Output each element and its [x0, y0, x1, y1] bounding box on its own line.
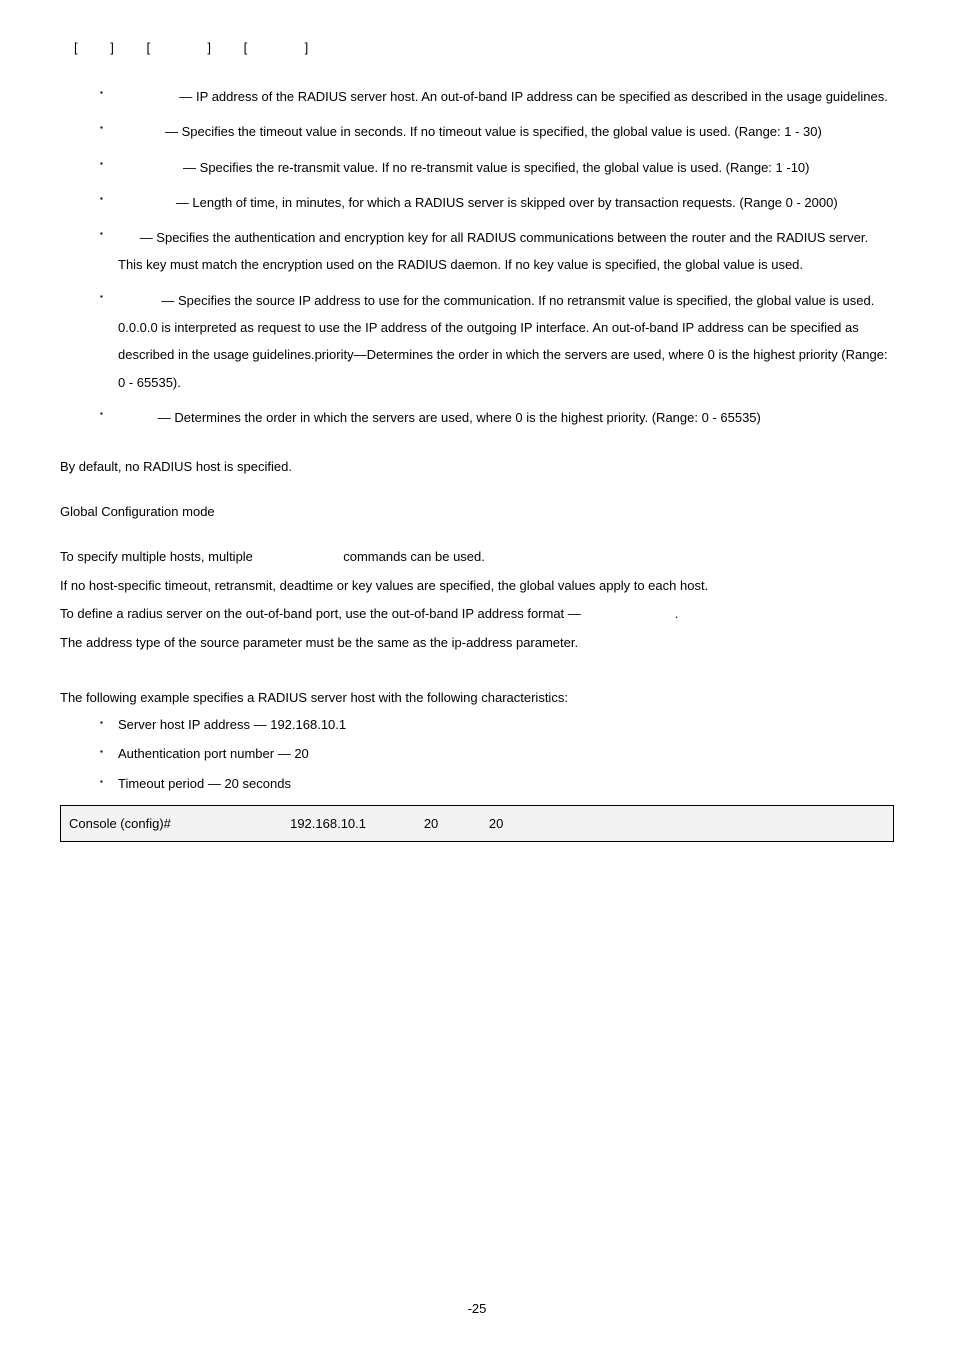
example-bullets: Server host IP address — 192.168.10.1 Au…	[100, 715, 894, 794]
bracket-close-2: ]	[207, 40, 211, 55]
example-bullet: Timeout period — 20 seconds	[100, 774, 894, 794]
example-bullet: Authentication port number — 20	[100, 744, 894, 764]
param-text: — IP address of the RADIUS server host. …	[179, 89, 887, 104]
param-item: — Length of time, in minutes, for which …	[100, 189, 894, 216]
param-text: — Specifies the re-transmit value. If no…	[183, 160, 809, 175]
command-mode: Global Configuration mode	[60, 502, 894, 523]
param-name	[118, 124, 161, 139]
guideline-1b: commands can be used.	[343, 549, 485, 564]
param-text: — Specifies the source IP address to use…	[118, 293, 888, 390]
guideline-2: If no host-specific timeout, retransmit,…	[60, 576, 894, 597]
parameter-list: — IP address of the RADIUS server host. …	[100, 83, 894, 431]
code-ip: 192.168.10.1	[290, 816, 370, 831]
param-text: — Specifies the timeout value in seconds…	[165, 124, 822, 139]
param-name	[118, 230, 136, 245]
param-item: — Specifies the source IP address to use…	[100, 287, 894, 396]
default-configuration: By default, no RADIUS host is specified.	[60, 457, 894, 478]
user-guidelines: To specify multiple hosts, multiple comm…	[60, 547, 894, 654]
code-timeout: 20	[489, 816, 503, 831]
page-footer: -25	[0, 1301, 954, 1316]
guideline-3a: To define a radius server on the out-of-…	[60, 606, 584, 621]
param-text: — Determines the order in which the serv…	[158, 410, 761, 425]
code-cmd-1	[175, 816, 287, 831]
bracket-close-3: ]	[305, 40, 309, 55]
code-cmd-3	[442, 816, 485, 831]
bracket-open-3: [	[244, 40, 248, 55]
oob-format	[584, 606, 671, 621]
guideline-4: The address type of the source parameter…	[60, 633, 894, 654]
bracket-open-2: [	[147, 40, 151, 55]
param-item: — IP address of the RADIUS server host. …	[100, 83, 894, 110]
syntax-line: [ ] [ ] [ ]	[60, 40, 894, 55]
param-item: — Determines the order in which the serv…	[100, 404, 894, 431]
param-name	[118, 160, 179, 175]
param-name	[118, 410, 154, 425]
bracket-close-1: ]	[110, 40, 114, 55]
code-prompt: Console (config)#	[69, 816, 175, 831]
guideline-1-cmd	[257, 549, 340, 564]
code-port: 20	[424, 816, 442, 831]
param-name	[118, 195, 172, 210]
param-item: — Specifies the authentication and encry…	[100, 224, 894, 279]
param-name	[118, 89, 176, 104]
guideline-1a: To specify multiple hosts, multiple	[60, 549, 257, 564]
code-example: Console (config)# 192.168.10.1 20 20	[60, 805, 894, 842]
guideline-3b: .	[675, 606, 679, 621]
param-name	[118, 293, 158, 308]
example-intro: The following example specifies a RADIUS…	[60, 688, 894, 709]
example-bullet: Server host IP address — 192.168.10.1	[100, 715, 894, 735]
bracket-open-1: [	[74, 40, 78, 55]
param-item: — Specifies the timeout value in seconds…	[100, 118, 894, 145]
param-text: — Specifies the authentication and encry…	[118, 230, 868, 272]
param-item: — Specifies the re-transmit value. If no…	[100, 154, 894, 181]
code-cmd-2	[370, 816, 421, 831]
param-text: — Length of time, in minutes, for which …	[176, 195, 838, 210]
